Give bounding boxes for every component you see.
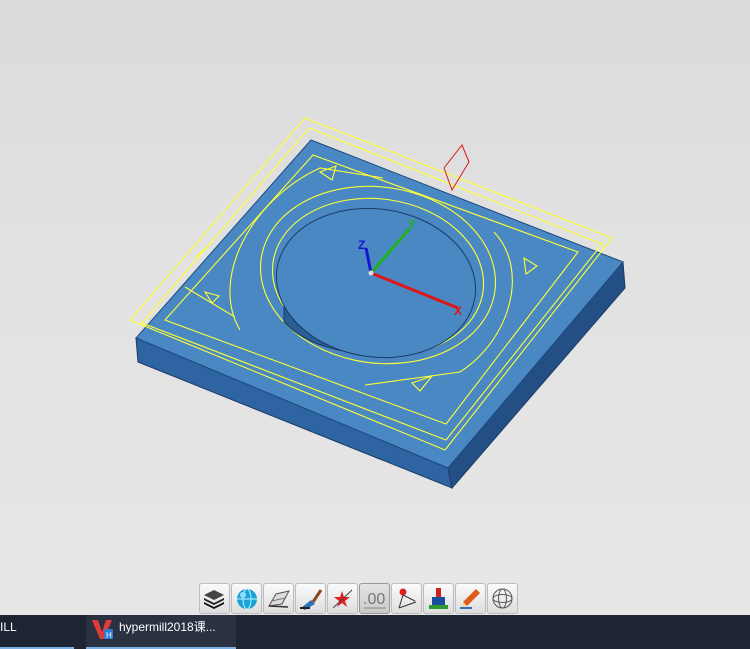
wireframe-sphere-icon — [492, 588, 513, 609]
tool-holder-icon — [429, 588, 448, 609]
wireframe-sphere-button[interactable] — [487, 583, 518, 614]
shading-brush-icon — [300, 589, 323, 610]
shading-button[interactable] — [295, 583, 326, 614]
pencil-button[interactable] — [455, 583, 486, 614]
model-scene[interactable]: X Y Z — [0, 0, 750, 615]
axis-x-label: X — [454, 304, 462, 318]
globe-icon — [237, 588, 257, 610]
video-player-icon: H — [92, 620, 113, 640]
tool-holder-button[interactable] — [423, 583, 454, 614]
axis-origin — [368, 270, 374, 276]
point-vector-icon — [398, 588, 417, 609]
distance-measure-icon: .00 — [363, 591, 386, 609]
point-vector-button[interactable] — [391, 583, 422, 614]
star-point-icon — [332, 589, 353, 609]
distance-measure-button[interactable]: .00 — [359, 583, 390, 614]
view-toolbar: .00 — [199, 583, 518, 615]
measure-decimal-label: .00 — [363, 591, 385, 608]
taskbar-item-label: ILL — [0, 620, 17, 634]
surface-plane-icon — [268, 590, 290, 608]
taskbar-item-hypermill[interactable]: ILL — [0, 615, 74, 649]
globe-button[interactable] — [231, 583, 262, 614]
layers-button[interactable] — [199, 583, 230, 614]
taskbar-item-label: hypermill2018课... — [119, 620, 216, 634]
taskbar: ILL H hypermill2018课... — [0, 615, 750, 649]
3d-viewport[interactable]: X Y Z .00 — [0, 0, 750, 615]
layers-icon — [204, 590, 224, 609]
axis-y-label: Y — [408, 217, 416, 231]
pencil-icon — [460, 589, 480, 609]
star-point-button[interactable] — [327, 583, 358, 614]
svg-text:H: H — [106, 631, 112, 640]
axis-z-label: Z — [358, 238, 365, 252]
surface-plane-button[interactable] — [263, 583, 294, 614]
taskbar-item-video[interactable]: H hypermill2018课... — [86, 615, 236, 649]
